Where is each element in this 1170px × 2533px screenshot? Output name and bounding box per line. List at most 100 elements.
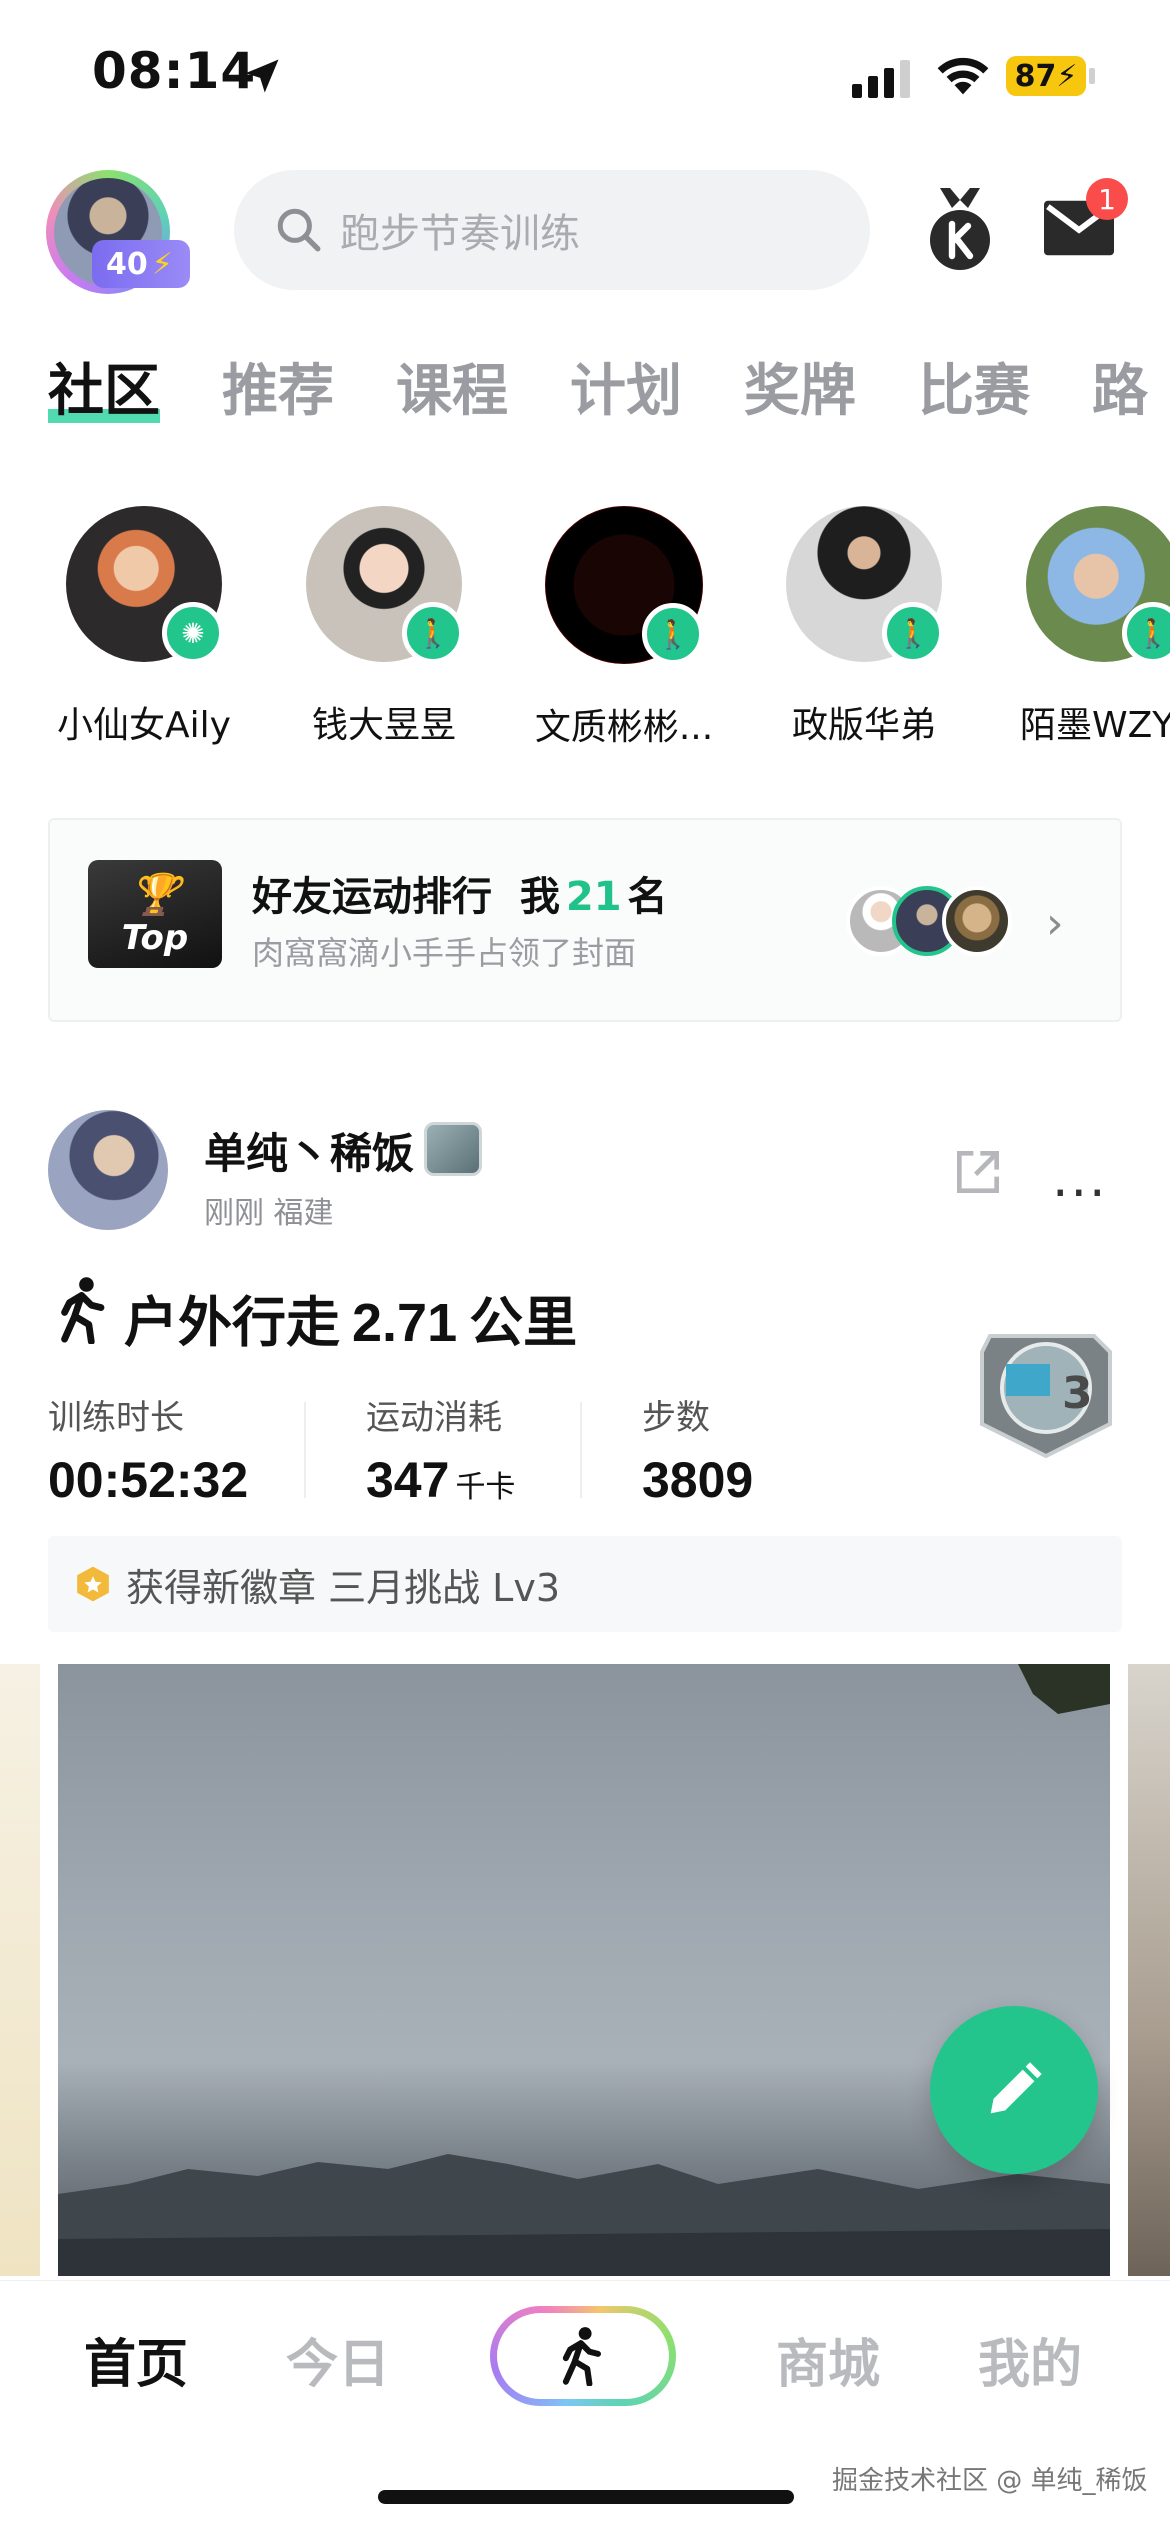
notification-badge: 1 [1086,178,1128,220]
trophy-image: 🏆 Top [88,860,222,968]
activity-distance: 2.71 [352,1293,458,1353]
start-workout-button[interactable] [490,2306,676,2406]
story-avatar[interactable]: ✺ [66,506,224,664]
nav-mall[interactable]: 商城 [776,2322,880,2397]
tab-plans[interactable]: 计划 [570,346,682,427]
author-medal-icon [424,1122,482,1176]
challenge-badge-image[interactable]: 3 [970,1320,1120,1460]
story-name: 小仙女Aily [57,705,231,746]
landscape-scene [58,1664,1110,2276]
tab-competitions[interactable]: 比赛 [918,346,1030,427]
chevron-right-icon[interactable]: › [1046,898,1064,949]
medal-icon[interactable] [926,188,994,272]
category-tabs: 社区 推荐 课程 计划 奖牌 比赛 路 [48,346,1148,427]
walking-badge-icon: 🚶 [1122,602,1170,664]
tab-community[interactable]: 社区 [48,346,160,427]
battery-tip [1089,68,1095,84]
walking-badge-icon: 🚶 [402,602,464,664]
post-meta: 刚刚 福建 [204,1188,334,1232]
pencil-icon [990,2062,1042,2114]
ranking-number: 21 [565,874,622,920]
top-label: Top [121,917,189,958]
ranking-title-text: 好友运动排行 [252,874,492,920]
charging-bolt-icon: ⚡ [1056,58,1078,94]
badge-hexagon-icon [77,1566,109,1602]
stat-value: 00:52:32 [48,1452,249,1508]
battery-level: 87 [1014,58,1057,94]
ranking-me: 我 [519,874,560,920]
compose-button[interactable] [930,2006,1098,2174]
nav-home[interactable]: 首页 [84,2322,188,2397]
divider [304,1402,306,1498]
stat-value-row: 347 千卡 [366,1451,515,1509]
post-photo[interactable] [58,1664,1110,2276]
story-name: 政版华弟 [791,705,936,746]
activity-badge-icon: ✺ [162,602,224,664]
story-name: 钱大昱昱 [311,705,456,746]
home-indicator[interactable] [378,2490,794,2504]
wifi-icon [937,57,989,95]
divider [580,1402,582,1498]
post-author-name[interactable]: 单纯丶稀饭 [204,1120,414,1181]
tab-courses[interactable]: 课程 [396,346,508,427]
level-number: 40 [106,246,148,282]
stat-unit: 千卡 [455,1471,516,1504]
stat-duration: 训练时长 00:52:32 [48,1390,248,1509]
activity-title: 户外行走 2.71 公里 [124,1278,577,1357]
walking-badge-icon: 🚶 [882,602,944,664]
stat-value: 3809 [642,1452,754,1508]
cellular-signal-icon [852,60,910,98]
nav-mine[interactable]: 我的 [978,2322,1082,2397]
stat-label: 训练时长 [48,1398,184,1438]
stat-label: 运动消耗 [366,1398,502,1438]
search-placeholder: 跑步节奏训练 [340,211,580,257]
ranking-title: 好友运动排行 我 21 名 [252,864,668,922]
tab-routes[interactable]: 路 [1092,346,1148,427]
search-bar[interactable]: 跑步节奏训练 [234,170,870,290]
new-badge-banner[interactable]: 获得新徽章 三月挑战 Lv3 [48,1536,1122,1632]
previous-photo-preview[interactable] [0,1664,40,2276]
walking-icon [562,2327,601,2386]
friend-avatar [942,886,1012,956]
share-icon[interactable] [950,1144,1006,1200]
svg-text:3: 3 [1062,1368,1093,1419]
location-arrow-icon [245,59,279,93]
trophy-icon: 🏆 [130,871,180,918]
post-time: 刚刚 [204,1196,264,1231]
distance-unit: 公里 [469,1291,578,1354]
tab-medals[interactable]: 奖牌 [744,346,856,427]
battery-indicator: 87 ⚡ [1006,56,1086,96]
stat-value: 347 [366,1452,450,1508]
lightning-icon: ⚡ [151,246,173,282]
story-avatar[interactable]: 🚶 [306,506,464,664]
story-item[interactable]: 🚶 钱大昱昱 [264,506,504,748]
post-location: 福建 [273,1196,334,1231]
more-options-icon[interactable]: ··· [1052,1164,1108,1224]
story-item[interactable]: 🚶 陌墨WZY [984,506,1170,748]
stat-steps: 步数 3809 [642,1390,753,1509]
ranking-subtitle: 肉窩窩滴小手手占领了封面 [252,934,637,972]
story-name: 陌墨WZY [1020,705,1170,746]
status-time: 08:14 [92,42,257,100]
search-icon [277,208,321,252]
start-workout-inner [497,2313,669,2399]
nav-today[interactable]: 今日 [286,2322,390,2397]
walking-badge-icon: 🚶 [642,603,704,665]
story-item[interactable]: 🚶 文质彬彬... [504,506,744,750]
level-badge: 40 ⚡ [92,240,190,288]
tab-recommend[interactable]: 推荐 [222,346,334,427]
story-avatar[interactable]: 🚶 [545,506,704,665]
ranking-suffix: 名 [627,874,668,920]
walking-icon [61,1277,105,1344]
story-avatar[interactable]: 🚶 [1026,506,1170,664]
story-name: 文质彬彬... [534,707,714,748]
story-avatar[interactable]: 🚶 [786,506,944,664]
story-item[interactable]: ✺ 小仙女Aily [24,506,264,748]
watermark: 掘金技术社区 @ 单纯_稀饭 [832,2466,1148,2496]
stat-label: 步数 [642,1398,710,1438]
activity-type: 户外行走 [124,1291,340,1354]
new-badge-text: 获得新徽章 三月挑战 Lv3 [126,1565,560,1610]
post-author-avatar[interactable] [48,1110,168,1230]
next-photo-preview[interactable] [1128,1664,1170,2276]
story-item[interactable]: 🚶 政版华弟 [744,506,984,748]
